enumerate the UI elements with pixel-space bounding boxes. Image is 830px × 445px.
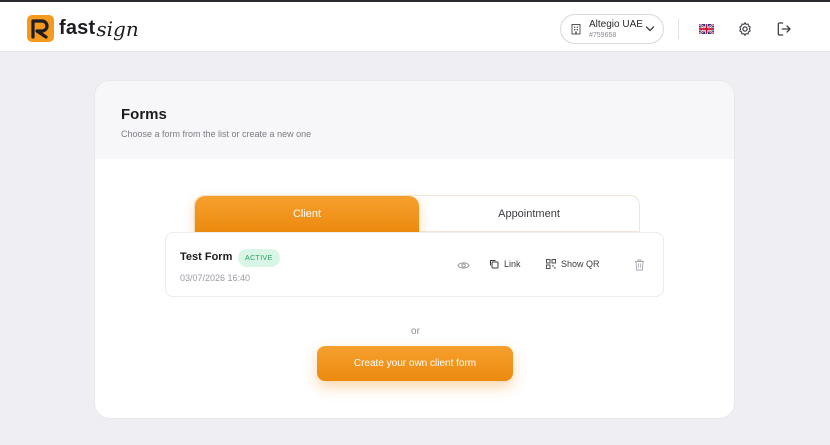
status-badge: ACTIVE — [238, 249, 280, 267]
logo-text-sign: sign — [96, 16, 139, 41]
copy-link-button[interactable]: Link — [489, 259, 521, 269]
form-date: 03/07/2026 16:40 — [180, 273, 251, 283]
uk-flag-icon[interactable] — [699, 24, 714, 34]
trash-icon[interactable] — [634, 259, 645, 271]
account-name: Altegio UAE — [589, 19, 643, 30]
page-title: Forms — [121, 106, 167, 123]
top-header: fast sign Altegio UAE #759658 — [0, 2, 830, 52]
eye-icon[interactable] — [457, 260, 470, 271]
fastsign-logo[interactable]: fast sign — [27, 15, 139, 42]
show-qr-button[interactable]: Show QR — [546, 259, 600, 269]
gear-icon[interactable] — [737, 21, 753, 37]
fastsign-logo-icon — [27, 15, 54, 42]
forms-card-header: Forms Choose a form from the list or cre… — [95, 81, 734, 159]
or-separator: or — [411, 326, 420, 337]
page-subtitle: Choose a form from the list or create a … — [121, 129, 312, 139]
logout-icon[interactable] — [776, 21, 792, 37]
form-list-item[interactable]: Test Form ACTIVE 03/07/2026 16:40 Link S… — [165, 232, 664, 297]
logo-text-fast: fast — [59, 17, 96, 39]
link-label: Link — [504, 259, 521, 269]
tab-client[interactable]: Client — [195, 196, 419, 232]
form-name: Test Form — [180, 251, 233, 263]
forms-card: Forms Choose a form from the list or cre… — [94, 80, 735, 419]
create-client-form-button[interactable]: Create your own client form — [317, 346, 513, 381]
show-qr-label: Show QR — [561, 259, 600, 269]
form-type-tabs: Client Appointment — [194, 195, 640, 232]
account-id: #759658 — [589, 32, 617, 39]
account-selector[interactable]: Altegio UAE #759658 — [560, 14, 664, 44]
qr-code-icon — [546, 259, 556, 269]
header-divider — [678, 19, 679, 39]
copy-icon — [490, 260, 499, 269]
chevron-down-icon — [645, 26, 655, 32]
building-icon — [571, 24, 581, 35]
tab-appointment[interactable]: Appointment — [419, 196, 639, 232]
